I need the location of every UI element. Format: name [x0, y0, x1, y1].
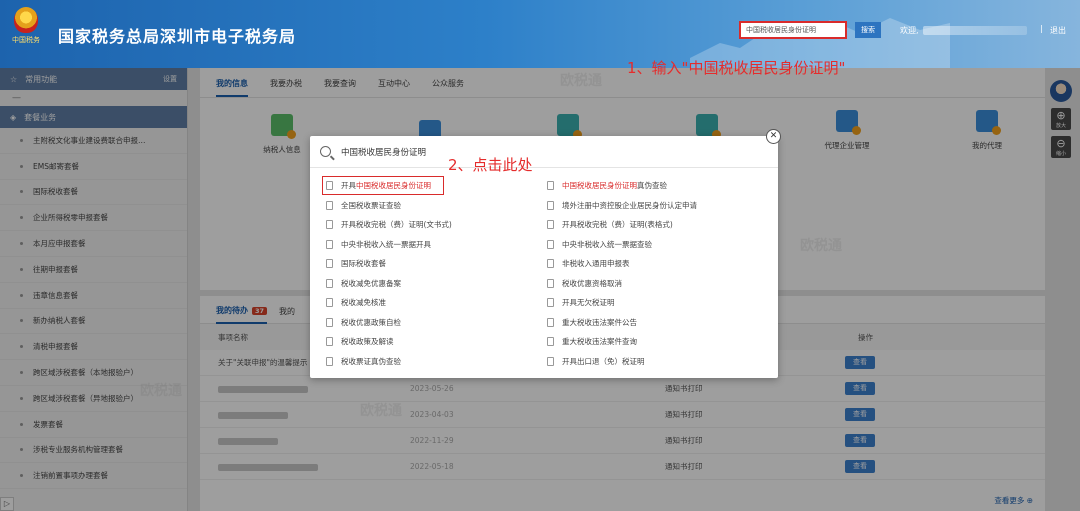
result-highlight-text: 中国税收居民身份证明	[356, 181, 431, 190]
result-text: 重大税收违法案件查询	[562, 337, 637, 347]
result-text: 中央非税收入统一票据查验	[562, 239, 652, 249]
tax-emblem-icon	[14, 7, 38, 33]
document-icon	[326, 317, 333, 327]
document-icon	[326, 220, 333, 230]
search-icon	[320, 146, 331, 157]
logout-link[interactable]: 退出	[1050, 25, 1066, 36]
results-right-column: 中国税收居民身份证明 真伪查验境外注册中资控股企业居民身份认定申请 开具税收完税（费…	[547, 176, 772, 371]
results-left-column: 开具 中国税收居民身份证明全国税收票证查验开具税收完税（费）证明(文书式) 中央非税…	[322, 176, 551, 372]
search-result-link[interactable]: 开具无欠税证明	[547, 293, 772, 313]
result-text: 全国税收票证查验	[341, 200, 401, 210]
result-text: 重大税收违法案件公告	[562, 317, 637, 327]
search-result-link[interactable]: 税收减免优惠备案	[326, 274, 551, 294]
document-icon	[326, 239, 333, 249]
document-icon	[326, 200, 333, 210]
annotation-step1: 1、输入"中国税收居民身份证明"	[627, 59, 846, 77]
document-icon	[547, 239, 554, 249]
document-icon	[326, 278, 333, 288]
search-result-link[interactable]: 开具 中国税收居民身份证明	[322, 176, 444, 195]
close-modal-icon[interactable]: ✕	[766, 129, 781, 144]
document-icon	[547, 298, 554, 308]
document-icon	[547, 200, 554, 210]
search-result-link[interactable]: 重大税收违法案件查询	[547, 332, 772, 352]
search-result-link[interactable]: 国际税收套餐	[326, 254, 551, 274]
result-text: 开具税收完税（费）证明(文书式)	[341, 220, 452, 230]
search-result-link[interactable]: 境外注册中资控股企业居民身份认定申请	[547, 196, 772, 216]
search-result-link[interactable]: 开具出口退（免）税证明	[547, 352, 772, 372]
search-results-modal: 中国税收居民身份证明 开具 中国税收居民身份证明 全国税收票证查验 开具税收完税（费）…	[310, 136, 778, 378]
search-result-link[interactable]: 中央非税收入统一票据查验	[547, 235, 772, 255]
header-search-input[interactable]: 中国税收居民身份证明	[739, 21, 847, 39]
search-result-link[interactable]: 中央非税收入统一票据开具	[326, 235, 551, 255]
header-separator: |	[1040, 24, 1043, 33]
document-icon	[547, 220, 554, 230]
search-result-link[interactable]: 税收票证真伪查验	[326, 352, 551, 372]
welcome-text: 欢迎,	[900, 25, 1027, 36]
emblem-text: 中国税务	[12, 36, 40, 44]
result-text: 税收优惠政策自检	[341, 317, 401, 327]
search-result-link[interactable]: 全国税收票证查验	[326, 196, 551, 216]
document-icon	[547, 337, 554, 347]
document-icon	[547, 278, 554, 288]
annotation-step2: 2、点击此处	[448, 156, 533, 174]
user-name-redacted	[922, 26, 1027, 35]
document-icon	[326, 181, 333, 190]
modal-search-query: 中国税收居民身份证明	[341, 147, 427, 158]
result-text: 税收政策及解读	[341, 337, 394, 347]
document-icon	[547, 317, 554, 327]
header-search-button[interactable]: 搜索	[855, 22, 881, 38]
result-text: 境外注册中资控股企业居民身份认定申请	[562, 200, 697, 210]
top-header: 中国税务 国家税务总局深圳市电子税务局 中国税收居民身份证明 搜索 欢迎, | …	[0, 0, 1080, 68]
result-text: 税收票证真伪查验	[341, 356, 401, 366]
document-icon	[326, 337, 333, 347]
document-icon	[547, 356, 554, 366]
search-result-link[interactable]: 税收优惠政策自检	[326, 313, 551, 333]
result-text: 税收减免核准	[341, 298, 386, 308]
search-result-link[interactable]: 开具税收完税（费）证明(表格式)	[547, 215, 772, 235]
result-text: 税收优惠资格取消	[562, 278, 622, 288]
document-icon	[326, 298, 333, 308]
modal-search-bar[interactable]: 中国税收居民身份证明	[310, 136, 778, 168]
result-text: 开具无欠税证明	[562, 298, 615, 308]
document-icon	[326, 259, 333, 269]
document-icon	[547, 259, 554, 269]
result-text: 非税收入通用申报表	[562, 259, 630, 269]
result-text: 开具	[341, 181, 356, 190]
document-icon	[326, 356, 333, 366]
result-text: 国际税收套餐	[341, 259, 386, 269]
search-result-link[interactable]: 开具税收完税（费）证明(文书式)	[326, 215, 551, 235]
result-text: 开具税收完税（费）证明(表格式)	[562, 220, 673, 230]
search-result-link[interactable]: 税收政策及解读	[326, 332, 551, 352]
result-text: 真伪查验	[637, 181, 667, 191]
result-text: 税收减免优惠备案	[341, 278, 401, 288]
search-result-link[interactable]: 重大税收违法案件公告	[547, 313, 772, 333]
result-highlight-text: 中国税收居民身份证明	[562, 181, 637, 191]
site-title: 国家税务总局深圳市电子税务局	[58, 27, 297, 46]
search-result-link[interactable]: 非税收入通用申报表	[547, 254, 772, 274]
search-result-link[interactable]: 中国税收居民身份证明 真伪查验	[547, 176, 772, 196]
document-icon	[547, 181, 554, 191]
search-result-link[interactable]: 税收减免核准	[326, 293, 551, 313]
result-text: 中央非税收入统一票据开具	[341, 239, 431, 249]
search-result-link[interactable]: 税收优惠资格取消	[547, 274, 772, 294]
result-text: 开具出口退（免）税证明	[562, 356, 645, 366]
